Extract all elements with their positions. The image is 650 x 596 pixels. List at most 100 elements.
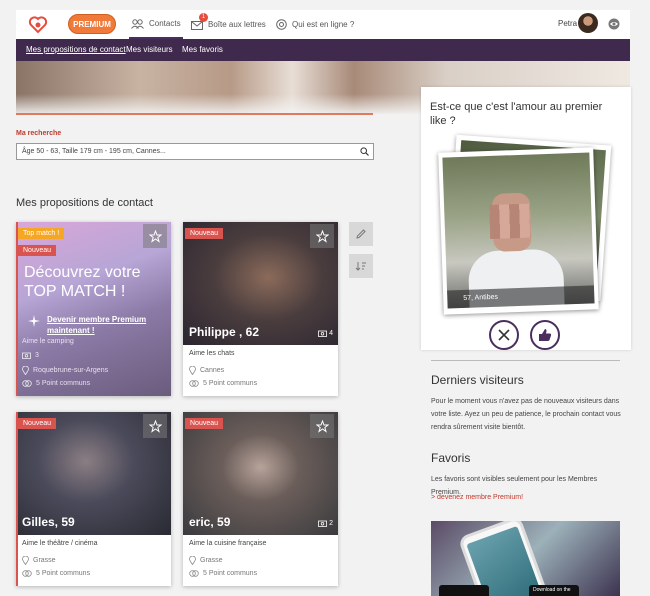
top-navigation: PREMIUM Contacts 1 Boîte aux lettres Qui… bbox=[16, 10, 630, 39]
sparkle-icon bbox=[28, 315, 40, 327]
common-points-icon bbox=[189, 380, 199, 387]
like-panel-title: Est-ce que c'est l'amour au premier like… bbox=[430, 101, 603, 127]
premium-cta-link[interactable]: Devenir membre Premium maintenant ! bbox=[47, 314, 157, 336]
subnav-visitors[interactable]: Mes visiteurs bbox=[126, 39, 173, 61]
city-label: Grasse bbox=[33, 557, 56, 564]
edit-button[interactable] bbox=[349, 222, 373, 246]
like-button[interactable] bbox=[530, 320, 560, 350]
premium-link[interactable]: > devenez membre Premium! bbox=[431, 494, 523, 501]
star-icon bbox=[315, 419, 329, 433]
like-panel: Est-ce que c'est l'amour au premier like… bbox=[421, 87, 631, 350]
favorite-button[interactable] bbox=[310, 414, 334, 438]
card-city: Roquebrune-sur-Argens bbox=[22, 366, 108, 375]
photo-icon bbox=[318, 330, 327, 337]
photo-caption: 57, Antibes bbox=[447, 285, 595, 309]
google-play-badge[interactable] bbox=[439, 585, 489, 596]
card-city: Cannes bbox=[189, 366, 224, 375]
online-icon bbox=[276, 19, 287, 30]
avatar[interactable] bbox=[578, 13, 598, 33]
location-icon bbox=[189, 366, 196, 375]
top-match-title: Découvrez votre TOP MATCH ! bbox=[24, 264, 141, 300]
contact-card[interactable]: Nouveau Philippe , 62 4 Aime les chats C… bbox=[183, 222, 338, 396]
city-label: Grasse bbox=[200, 557, 223, 564]
card-name: Gilles, 59 bbox=[22, 515, 75, 529]
city-label: Roquebrune-sur-Argens bbox=[33, 367, 109, 374]
new-tag: Nouveau bbox=[185, 228, 224, 239]
eye-icon[interactable] bbox=[608, 18, 620, 30]
card-common: 5 Point communs bbox=[189, 570, 257, 577]
sub-navigation: Mes propositions de contact Mes visiteur… bbox=[16, 39, 630, 61]
photo-count-label: 4 bbox=[329, 330, 333, 337]
username[interactable]: Petra bbox=[558, 19, 577, 28]
sort-icon bbox=[355, 262, 366, 271]
common-points-label: 5 Point communs bbox=[203, 380, 258, 387]
search-icon[interactable] bbox=[360, 147, 369, 156]
card-accent bbox=[16, 412, 18, 586]
city-label: Cannes bbox=[200, 367, 225, 374]
section-title: Mes propositions de contact bbox=[16, 197, 153, 209]
premium-button[interactable]: PREMIUM bbox=[68, 14, 116, 34]
visitors-title: Derniers visiteurs bbox=[431, 373, 524, 387]
search-label: Ma recherche bbox=[16, 130, 62, 137]
nav-mailbox[interactable]: 1 Boîte aux lettres bbox=[191, 10, 266, 39]
star-icon bbox=[148, 419, 162, 433]
card-common: 5 Point communs bbox=[189, 380, 257, 387]
visitors-text: Pour le moment vous n'avez pas de nouvea… bbox=[431, 398, 621, 431]
photo-icon bbox=[22, 352, 31, 359]
mailbox-count-badge: 1 bbox=[199, 13, 208, 22]
subnav-propositions[interactable]: Mes propositions de contact bbox=[26, 39, 126, 61]
common-points-label: 5 Point communs bbox=[36, 570, 91, 577]
contact-card[interactable]: Nouveau eric, 59 2 Aime la cuisine franç… bbox=[183, 412, 338, 586]
search-input[interactable]: Âge 50 - 63, Taille 179 cm - 195 cm, Can… bbox=[16, 143, 374, 160]
card-common: 5 Point communs bbox=[22, 570, 90, 577]
star-icon bbox=[315, 229, 329, 243]
photo-count-label: 2 bbox=[329, 520, 333, 527]
thumbs-up-icon bbox=[539, 329, 552, 341]
nav-contacts[interactable]: Contacts bbox=[129, 10, 183, 39]
panel-divider bbox=[431, 360, 620, 361]
app-store-badge[interactable]: Download on the bbox=[529, 585, 579, 596]
favorite-button[interactable] bbox=[143, 224, 167, 248]
card-name: eric, 59 bbox=[189, 515, 231, 529]
close-icon bbox=[498, 329, 510, 341]
new-tag: Nouveau bbox=[18, 418, 57, 429]
photo-count-label: 3 bbox=[35, 352, 39, 359]
card-interest: Aime la cuisine française bbox=[189, 540, 267, 547]
favorites-title: Favoris bbox=[431, 451, 471, 465]
contact-card[interactable]: Nouveau Gilles, 59 Aime le théâtre / cin… bbox=[16, 412, 171, 586]
nav-online[interactable]: Qui est en ligne ? bbox=[276, 10, 354, 39]
new-tag: Nouveau bbox=[18, 245, 57, 256]
nav-mailbox-label: Boîte aux lettres bbox=[208, 20, 266, 29]
sort-button[interactable] bbox=[349, 254, 373, 278]
photo-icon bbox=[318, 520, 327, 527]
card-interest: Aime le théâtre / cinéma bbox=[22, 540, 98, 547]
hero-divider bbox=[16, 113, 373, 115]
common-points-label: 5 Point communs bbox=[36, 380, 91, 387]
card-name: Philippe , 62 bbox=[189, 325, 260, 339]
location-icon bbox=[189, 556, 196, 565]
logo-icon[interactable] bbox=[28, 15, 48, 35]
card-common: 5 Point communs bbox=[22, 380, 90, 387]
card-city: Grasse bbox=[22, 556, 56, 565]
subnav-favorites[interactable]: Mes favoris bbox=[182, 39, 223, 61]
dislike-button[interactable] bbox=[489, 320, 519, 350]
nav-online-label: Qui est en ligne ? bbox=[292, 20, 355, 29]
location-icon bbox=[22, 556, 29, 565]
card-city: Grasse bbox=[189, 556, 223, 565]
favorite-button[interactable] bbox=[310, 224, 334, 248]
common-points-icon bbox=[189, 570, 199, 577]
nav-contacts-label: Contacts bbox=[149, 19, 181, 28]
card-photo-count: 4 bbox=[318, 330, 333, 337]
star-icon bbox=[148, 229, 162, 243]
new-tag: Nouveau bbox=[185, 418, 224, 429]
common-points-icon bbox=[22, 570, 32, 577]
profile-photo[interactable]: 57, Antibes bbox=[438, 147, 599, 315]
pencil-icon bbox=[356, 229, 366, 239]
card-interest: Aime les chats bbox=[189, 350, 235, 357]
card-photo-count: 3 bbox=[22, 352, 39, 359]
favorite-button[interactable] bbox=[143, 414, 167, 438]
app-promo-banner[interactable]: Download on the bbox=[431, 521, 620, 596]
top-match-card[interactable]: Top match ! Nouveau Découvrez votre TOP … bbox=[16, 222, 171, 396]
top-match-tag: Top match ! bbox=[18, 228, 65, 239]
card-photo-count: 2 bbox=[318, 520, 333, 527]
